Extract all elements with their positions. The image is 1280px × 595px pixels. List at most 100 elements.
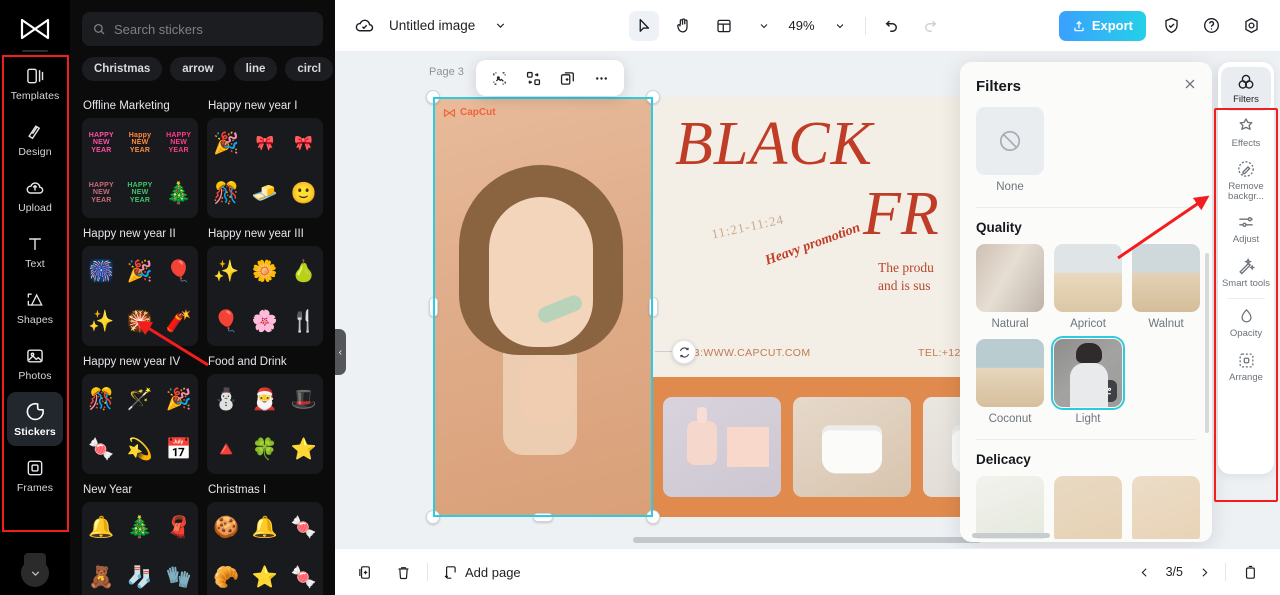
top-toolbar: Untitled image 49% Export bbox=[335, 0, 1280, 52]
layout-tool-button[interactable] bbox=[709, 11, 739, 41]
search-wrapper: Search stickers bbox=[70, 0, 335, 46]
page-label: Page 3 bbox=[429, 66, 464, 78]
filters-horizontal-scrollbar[interactable] bbox=[972, 533, 1050, 538]
sidebar-item-photos[interactable]: Photos bbox=[7, 336, 63, 390]
pages-panel-button[interactable] bbox=[1236, 558, 1264, 586]
document-title[interactable]: Untitled image bbox=[389, 18, 475, 33]
undo-button[interactable] bbox=[876, 11, 906, 41]
help-question-icon bbox=[1203, 18, 1219, 33]
tool-label: Filters bbox=[1233, 94, 1259, 106]
layout-chevron-button[interactable] bbox=[749, 11, 779, 41]
none-forbidden-icon bbox=[999, 130, 1021, 152]
canvas-area[interactable]: Page 3 CapCut BLACK FR 11:21-11:24 Heavy… bbox=[335, 52, 1280, 548]
more-options-button[interactable] bbox=[587, 64, 615, 92]
resize-handle-bottom-right[interactable] bbox=[646, 510, 660, 524]
shield-button[interactable] bbox=[1156, 11, 1186, 41]
sticker-category-preview[interactable]: HAPPY NEW YEAR Happy NEW YEAR HAPPY NEW YEAR H… bbox=[82, 118, 198, 218]
shield-check-icon bbox=[1164, 17, 1178, 34]
delete-page-button[interactable] bbox=[389, 558, 417, 586]
resize-handle-right-middle[interactable] bbox=[649, 297, 658, 317]
tool-remove-background[interactable]: Remove backgr... bbox=[1221, 155, 1271, 207]
settings-button[interactable] bbox=[1236, 11, 1266, 41]
sticker-tag-row: Christmas arrow line circl bbox=[70, 46, 335, 88]
replace-button[interactable] bbox=[519, 64, 547, 92]
adjust-sliders-icon[interactable] bbox=[1095, 380, 1117, 402]
filter-item-walnut[interactable]: Walnut bbox=[1132, 244, 1200, 330]
replace-icon bbox=[526, 71, 540, 85]
sticker-tag[interactable]: arrow bbox=[170, 57, 226, 81]
help-button[interactable] bbox=[1196, 11, 1226, 41]
headline-line2: FR bbox=[863, 180, 939, 248]
zoom-chevron-button[interactable] bbox=[825, 11, 855, 41]
duplicate-page-button[interactable] bbox=[351, 558, 379, 586]
sticker-item: 🔔 bbox=[88, 515, 115, 539]
rotate-button[interactable] bbox=[672, 340, 696, 364]
sticker-item: 🎉 bbox=[213, 131, 240, 155]
filter-item-natural[interactable]: Natural bbox=[976, 244, 1044, 330]
sticker-category-preview[interactable]: 🎉 🎀 🎀 🎊 🧈 🙂 bbox=[207, 118, 323, 218]
resize-handle-bottom-center[interactable] bbox=[533, 513, 553, 522]
tool-filters[interactable]: Filters bbox=[1221, 67, 1271, 111]
sticker-item: HAPPY NEW YEAR bbox=[166, 131, 192, 154]
prev-page-button[interactable] bbox=[1134, 561, 1156, 583]
sidebar-item-frames[interactable]: Frames bbox=[7, 448, 63, 502]
chevron-right-icon bbox=[1201, 567, 1207, 577]
resize-handle-top-right[interactable] bbox=[646, 90, 660, 104]
filter-item-coconut[interactable]: Coconut bbox=[976, 339, 1044, 425]
export-button[interactable]: Export bbox=[1058, 10, 1146, 41]
tool-effects[interactable]: Effects bbox=[1221, 111, 1271, 155]
arrange-icon bbox=[1239, 353, 1253, 368]
resize-handle-bottom-left[interactable] bbox=[426, 510, 440, 524]
tool-adjust[interactable]: Adjust bbox=[1221, 207, 1271, 251]
sidebar-item-label: Photos bbox=[18, 369, 52, 382]
sticker-category-preview[interactable]: ✨ 🌼 🍐 🎈 🌸 🍴 bbox=[207, 246, 323, 346]
add-page-button[interactable]: Add page bbox=[438, 564, 525, 581]
rail-collapse-button[interactable] bbox=[21, 559, 49, 587]
duplicate-button[interactable] bbox=[553, 64, 581, 92]
resize-handle-left-middle[interactable] bbox=[429, 297, 438, 317]
tool-arrange[interactable]: Arrange bbox=[1221, 346, 1271, 390]
sticker-tag[interactable]: line bbox=[233, 57, 278, 81]
cloud-saved-icon[interactable] bbox=[349, 11, 379, 41]
sidebar-item-templates[interactable]: Templates bbox=[7, 56, 63, 110]
sticker-category-preview[interactable]: 🎆 🎉 🎈 ✨ 🎇 🧨 bbox=[82, 246, 198, 346]
filter-item-light[interactable]: Light bbox=[1051, 336, 1125, 425]
sticker-category: Offline Marketing HAPPY NEW YEAR Happy NEW Y… bbox=[82, 92, 198, 218]
filters-panel-body[interactable]: None Quality Natural Apricot Walnut Coco… bbox=[960, 103, 1212, 539]
filters-panel-close-button[interactable] bbox=[1182, 76, 1198, 97]
sticker-item: 🧨 bbox=[165, 309, 192, 333]
sidebar-item-text[interactable]: Text bbox=[7, 224, 63, 278]
more-options-icon bbox=[595, 76, 607, 80]
filter-none-item[interactable]: None bbox=[976, 107, 1196, 193]
hand-tool-button[interactable] bbox=[669, 11, 699, 41]
sidebar-item-design[interactable]: Design bbox=[7, 112, 63, 166]
search-input[interactable]: Search stickers bbox=[82, 12, 323, 46]
resize-handle-top-left[interactable] bbox=[426, 90, 440, 104]
filter-thumbnail bbox=[1051, 336, 1125, 410]
filters-vertical-scrollbar[interactable] bbox=[1205, 253, 1209, 433]
select-tool-button[interactable] bbox=[628, 10, 659, 41]
sticker-scroll-area[interactable]: Offline Marketing HAPPY NEW YEAR Happy NEW Y… bbox=[70, 92, 335, 595]
sticker-category-preview[interactable]: 🔔 🎄 🧣 🧸 🧦 🧤 bbox=[82, 502, 198, 595]
canvas-horizontal-scrollbar[interactable] bbox=[633, 537, 981, 543]
next-page-button[interactable] bbox=[1193, 561, 1215, 583]
sticker-tag[interactable]: circl bbox=[285, 57, 334, 81]
sticker-category-preview[interactable]: ⛄ 🎅 🎩 🔺 🍀 ⭐ bbox=[207, 374, 323, 474]
sticker-category-preview[interactable]: 🎊 🪄 🎉 🍬 💫 📅 bbox=[82, 374, 198, 474]
filter-item[interactable] bbox=[1132, 476, 1200, 539]
filter-item[interactable] bbox=[976, 476, 1044, 539]
sidebar-item-upload[interactable]: Upload bbox=[7, 168, 63, 222]
sidebar-item-shapes[interactable]: Shapes bbox=[7, 280, 63, 334]
filter-item-apricot[interactable]: Apricot bbox=[1054, 244, 1122, 330]
document-title-chevron[interactable] bbox=[485, 11, 515, 41]
crop-button[interactable] bbox=[485, 64, 513, 92]
redo-button[interactable] bbox=[916, 11, 946, 41]
tool-smart-tools[interactable]: Smart tools bbox=[1221, 251, 1271, 295]
artboard-photo-element[interactable]: CapCut bbox=[433, 97, 653, 517]
sidebar-item-stickers[interactable]: Stickers bbox=[7, 392, 63, 446]
sticker-tag[interactable]: Christmas bbox=[82, 57, 163, 81]
filter-item[interactable] bbox=[1054, 476, 1122, 539]
tool-opacity[interactable]: Opacity bbox=[1221, 302, 1271, 346]
panel-collapse-handle[interactable] bbox=[335, 329, 346, 375]
sticker-category-preview[interactable]: 🍪 🔔 🍬 🥐 ⭐ 🍬 bbox=[207, 502, 323, 595]
